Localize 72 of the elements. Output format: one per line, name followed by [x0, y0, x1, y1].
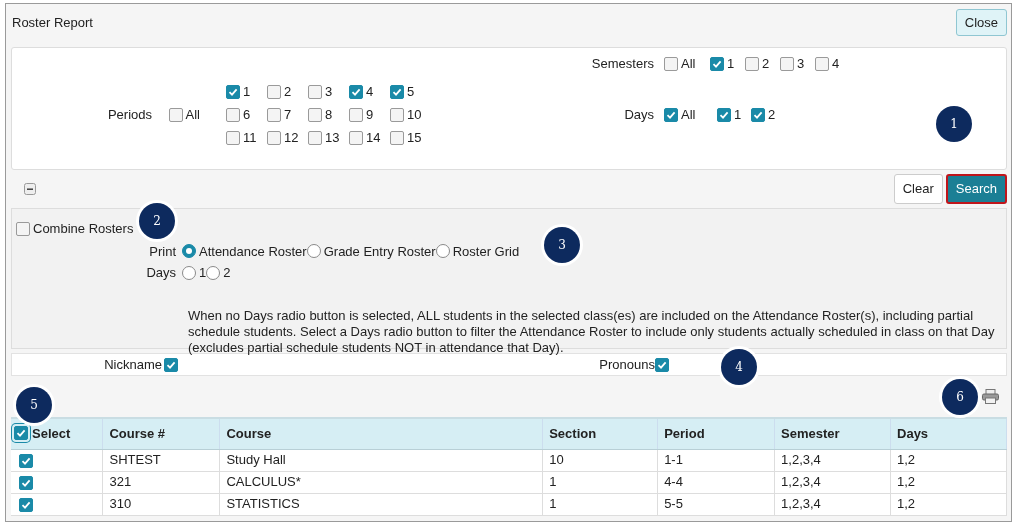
table-cell: 1,2: [897, 452, 916, 468]
checkbox-label: Combine Rosters: [33, 220, 134, 238]
checkbox-label: 9: [366, 106, 374, 125]
checkbox-label: 1: [243, 83, 251, 102]
checkbox-label: 6: [243, 106, 251, 125]
checkbox-label: All: [185, 106, 200, 125]
close-button[interactable]: Close: [955, 8, 1007, 37]
checkbox-label: 3: [325, 83, 333, 102]
column-header: Days: [897, 426, 929, 441]
radio-label: Attendance Roster: [199, 242, 307, 261]
step-marker: 4: [721, 349, 757, 385]
field-label: Days: [145, 264, 177, 282]
checkbox-label: 4: [832, 54, 840, 73]
table-cell: 5-5: [664, 496, 683, 512]
step-marker: 2: [139, 203, 175, 239]
column-header: Semester: [781, 426, 840, 441]
checkbox-label: All: [681, 106, 696, 125]
radio-label: Roster Grid: [452, 242, 520, 261]
checkbox-label: 1: [734, 106, 742, 125]
table-cell: 4-4: [664, 474, 683, 490]
field-label: Pronouns: [598, 355, 655, 374]
checkbox-label: 2: [762, 54, 770, 73]
column-header: Period: [664, 426, 705, 441]
table-cell: SHTEST: [109, 452, 161, 468]
checkbox-label: 10: [407, 106, 422, 125]
checkbox-label: 2: [284, 83, 292, 102]
checkbox-label: 4: [366, 83, 374, 102]
search-button[interactable]: Search: [945, 174, 1007, 204]
checkbox-label: 2: [768, 106, 776, 125]
column-header: Course: [226, 426, 272, 441]
radio-label: 2: [223, 264, 231, 282]
clear-button[interactable]: Clear: [893, 174, 943, 204]
table-cell: 1,2: [897, 474, 916, 490]
checkbox-label: 15: [407, 129, 422, 148]
table-cell: 321: [109, 474, 132, 490]
checkbox-label: 7: [284, 106, 292, 125]
field-label: Periods: [106, 106, 153, 125]
table-cell: 310: [109, 496, 132, 512]
table-cell: STATISTICS: [226, 496, 300, 512]
table-cell: 1: [549, 474, 557, 490]
step-marker: 5: [16, 387, 52, 423]
step-marker: 6: [942, 379, 978, 415]
window-title: Roster Report: [12, 13, 93, 32]
checkbox-label: 1: [727, 54, 735, 73]
table-cell: 1: [549, 496, 557, 512]
table-cell: 1,2,3,4: [781, 474, 821, 490]
table-cell: CALCULUS*: [226, 474, 301, 490]
column-header: Section: [549, 426, 597, 441]
table-cell: 1,2,3,4: [781, 496, 821, 512]
step-marker: 3: [544, 227, 580, 263]
checkbox-label: 11: [243, 129, 257, 148]
radio-label: Grade Entry Roster: [323, 242, 436, 261]
field-label: Print: [148, 242, 177, 261]
table-cell: 1-1: [664, 452, 683, 468]
table-cell: 10: [549, 452, 564, 468]
field-label: Days: [623, 106, 655, 125]
field-label: Semesters: [590, 54, 655, 73]
checkbox-label: 14: [366, 129, 381, 148]
checkbox-label: 12: [284, 129, 299, 148]
column-header: Select: [32, 424, 71, 443]
checkbox-label: 8: [325, 106, 333, 125]
table-cell: 1,2: [897, 496, 916, 512]
field-label: Nickname: [103, 355, 162, 374]
checkbox-label: 3: [797, 54, 805, 73]
checkbox-label: All: [681, 54, 696, 73]
radio-label: 1: [199, 264, 207, 282]
step-marker: 1: [936, 106, 972, 142]
table-cell: Study Hall: [226, 452, 286, 468]
table-cell: 1,2,3,4: [781, 452, 821, 468]
checkbox-label: 13: [325, 129, 340, 148]
column-header: Course #: [109, 426, 166, 441]
checkbox-label: 5: [407, 83, 415, 102]
